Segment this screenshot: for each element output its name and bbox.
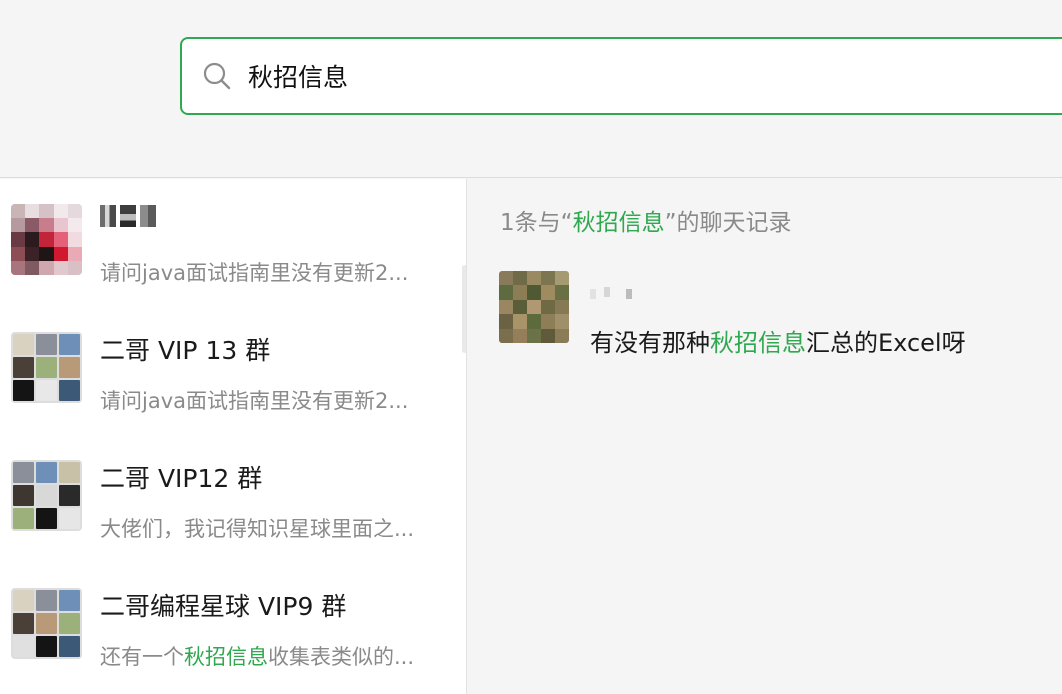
message-snippet: 请问java面试指南里没有更新2... (100, 261, 409, 285)
search-icon (202, 61, 232, 91)
message-snippet: 还有一个秋招信息收集表类似的... (100, 645, 415, 669)
contact-name-redacted (100, 203, 156, 233)
highlight-keyword: 秋招信息 (710, 329, 806, 357)
group-avatar (11, 332, 82, 403)
list-item[interactable]: 二哥 VIP12 群 大佬们，我记得知识星球里面之... (0, 435, 462, 563)
matched-message[interactable]: 有没有那种秋招信息汇总的Excel呀 (590, 323, 966, 358)
list-item[interactable]: 请问java面试指南里没有更新2... (0, 179, 462, 307)
sender-name-redacted (590, 283, 640, 303)
results-count-header: 1条与“秋招信息”的聊天记录 (500, 210, 792, 236)
conversation-list: 请问java面试指南里没有更新2... 二哥 VIP 13 群 请问java面试… (0, 179, 467, 694)
search-input[interactable] (248, 56, 1008, 96)
group-avatar (11, 460, 82, 531)
group-name: 二哥 VIP12 群 (100, 464, 263, 493)
avatar (11, 204, 82, 275)
highlight-keyword: 秋招信息 (184, 645, 268, 669)
list-scrollbar[interactable] (462, 265, 466, 353)
list-item[interactable]: 二哥编程星球 VIP9 群 还有一个秋招信息收集表类似的... (0, 563, 462, 691)
group-avatar (11, 588, 82, 659)
group-name: 二哥编程星球 VIP9 群 (100, 592, 347, 621)
group-name: 二哥 VIP 13 群 (100, 336, 271, 365)
message-snippet: 请问java面试指南里没有更新2... (100, 389, 409, 413)
highlight-keyword: 秋招信息 (572, 210, 665, 236)
search-results-panel: 1条与“秋招信息”的聊天记录 有没有那种秋招信息汇总的Excel呀 (468, 179, 1062, 694)
search-header (0, 0, 1062, 178)
search-box[interactable] (180, 37, 1062, 115)
list-item[interactable]: 二哥 VIP 13 群 请问java面试指南里没有更新2... (0, 307, 462, 435)
avatar (499, 271, 569, 343)
message-snippet: 大佬们，我记得知识星球里面之... (100, 517, 415, 541)
